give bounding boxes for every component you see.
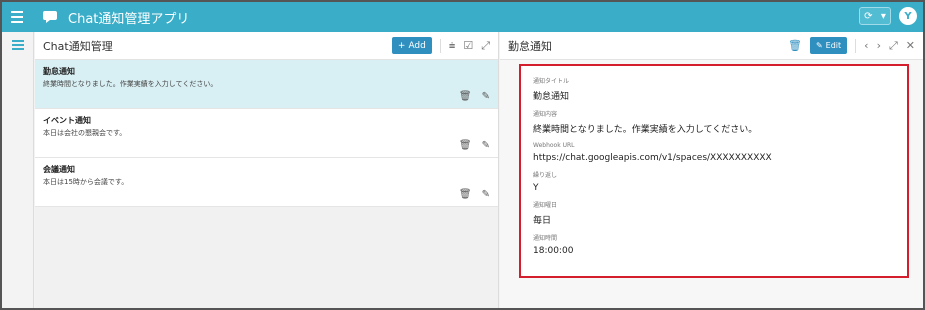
field-content: 通知内容 終業時間となりました。作業実績を入力してください。 (533, 109, 895, 135)
field-label: 通知曜日 (533, 202, 558, 209)
expand-icon[interactable]: ⤢ (889, 39, 898, 53)
list-item-body: 本日は会社の懇親会です。 (43, 129, 127, 137)
edit-button[interactable]: ✎ Edit (809, 37, 848, 54)
close-icon[interactable]: ✕ (906, 39, 915, 52)
edit-icon[interactable]: ✎ (482, 91, 490, 102)
field-label: 通知内容 (533, 111, 558, 118)
add-button-label: Add (408, 40, 426, 51)
avatar[interactable]: Y (899, 7, 917, 25)
field-label: Webhook URL (533, 142, 575, 149)
list-item[interactable]: イベント通知 本日は会社の懇親会です。 🗑 ✎ (35, 109, 498, 158)
list-item-title: 勤怠通知 (43, 67, 75, 76)
edit-button-label: Edit (825, 41, 842, 50)
trash-icon[interactable]: 🗑 (459, 189, 472, 200)
list-item-title: 会議通知 (43, 165, 75, 174)
divider (439, 38, 441, 53)
edit-icon: ✎ (815, 41, 823, 50)
field-time: 通知時間 18:00:00 (533, 233, 895, 256)
list-item[interactable]: 勤怠通知 終業時間となりました。作業実績を入力してください。 🗑 ✎ (35, 60, 498, 109)
edit-icon[interactable]: ✎ (482, 140, 490, 151)
trash-icon[interactable]: 🗑 (459, 140, 472, 151)
field-webhook-url: Webhook URL https://chat.googleapis.com/… (533, 142, 895, 163)
sync-button[interactable]: ⟳ ▾ (859, 7, 891, 25)
field-label: 繰り返し (533, 172, 558, 179)
detail-panel-header: 勤怠通知 🗑 ✎ Edit ‹ › ⤢ ✕ (500, 32, 923, 60)
detail-panel: 勤怠通知 🗑 ✎ Edit ‹ › ⤢ ✕ 通知タイトル 勤怠通知 通知内容 終… (500, 32, 923, 308)
field-label: 通知タイトル (533, 78, 570, 85)
field-title: 通知タイトル 勤怠通知 (533, 76, 895, 102)
menu-icon[interactable] (2, 2, 32, 32)
field-value: https://chat.googleapis.com/v1/spaces/XX… (533, 153, 772, 163)
side-rail (2, 32, 34, 308)
list-icon[interactable] (12, 40, 24, 50)
expand-icon[interactable]: ⤢ (481, 39, 490, 53)
chevron-down-icon: ▾ (880, 10, 886, 22)
top-bar: Chat通知管理アプリ ⟳ ▾ Y (2, 2, 923, 32)
field-value: 終業時間となりました。作業実績を入力してください。 (533, 125, 758, 135)
chevron-left-icon[interactable]: ‹ (864, 39, 868, 52)
divider (855, 38, 857, 53)
filter-icon[interactable]: ⩧ (449, 39, 455, 53)
field-weekday: 通知曜日 毎日 (533, 200, 895, 226)
chat-app-icon (40, 7, 60, 27)
app-title: Chat通知管理アプリ (68, 11, 190, 27)
list-item-title: イベント通知 (43, 116, 91, 125)
refresh-icon: ⟳ (864, 10, 873, 22)
edit-icon[interactable]: ✎ (482, 189, 490, 200)
delete-icon[interactable]: 🗑 (788, 39, 802, 52)
list-item-body: 本日は15時から会議です。 (43, 178, 129, 186)
field-label: 通知時間 (533, 235, 558, 242)
list-item[interactable]: 会議通知 本日は15時から会議です。 🗑 ✎ (35, 158, 498, 207)
field-value: Y (533, 183, 539, 193)
plus-icon: + (397, 40, 406, 51)
list-panel-header: Chat通知管理 + Add ⩧ ☑ ⤢ (35, 32, 498, 60)
app-window: Chat通知管理アプリ ⟳ ▾ Y Chat通知管理 + Add ⩧ ☑ ⤢ 勤… (0, 0, 925, 310)
field-repeat: 繰り返し Y (533, 170, 895, 193)
trash-icon[interactable]: 🗑 (459, 91, 472, 102)
add-button[interactable]: + Add (391, 37, 432, 54)
list-panel: Chat通知管理 + Add ⩧ ☑ ⤢ 勤怠通知 終業時間となりました。作業実… (35, 32, 499, 308)
detail-panel-title: 勤怠通知 (508, 39, 552, 53)
list-item-body: 終業時間となりました。作業実績を入力してください。 (43, 80, 218, 88)
field-value: 勤怠通知 (533, 92, 570, 102)
chevron-right-icon[interactable]: › (877, 39, 881, 52)
field-value: 毎日 (533, 216, 552, 226)
field-value: 18:00:00 (533, 246, 574, 256)
list-panel-title: Chat通知管理 (43, 39, 113, 53)
checkbox-icon[interactable]: ☑ (463, 39, 473, 52)
detail-record: 通知タイトル 勤怠通知 通知内容 終業時間となりました。作業実績を入力してくださ… (519, 64, 909, 278)
